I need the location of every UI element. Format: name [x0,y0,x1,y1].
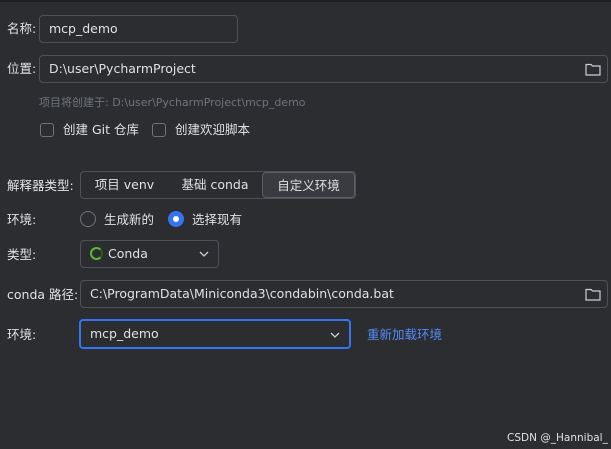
top-divider [0,0,611,2]
environment-mode-label: 环境: [7,212,37,227]
environment-value: mcp_demo [90,326,159,341]
name-label: 名称: [7,21,37,36]
reload-environments-link[interactable]: 重新加载环境 [367,327,442,343]
folder-icon[interactable] [585,62,601,76]
generate-new-radio[interactable] [80,211,96,227]
type-label: 类型: [7,247,37,262]
chevron-down-icon [199,251,209,257]
git-repo-checkbox[interactable] [40,123,54,137]
welcome-script-checkbox[interactable] [152,123,166,137]
git-repo-label: 创建 Git 仓库 [63,122,140,137]
location-label: 位置: [7,61,37,76]
folder-icon[interactable] [585,287,601,301]
generate-new-label: 生成新的 [104,212,155,227]
type-dropdown[interactable]: Conda [80,240,219,268]
select-existing-radio[interactable] [168,211,184,227]
location-input[interactable]: D:\user\PycharmProject [49,61,196,76]
welcome-script-label: 创建欢迎脚本 [175,122,251,137]
tab-project-venv[interactable]: 项目 venv [81,172,168,198]
conda-spinner-icon [90,247,103,260]
type-value: Conda [108,246,148,261]
conda-path-label: conda 路径: [7,287,79,302]
conda-path-field[interactable]: C:\ProgramData\Miniconda3\condabin\conda… [80,280,608,308]
location-hint: 项目将创建于: D:\user\PycharmProject\mcp_demo [39,96,306,109]
chevron-down-icon [330,332,340,338]
conda-path-input[interactable]: C:\ProgramData\Miniconda3\condabin\conda… [90,286,394,301]
select-existing-label: 选择现有 [192,212,243,227]
interpreter-type-label: 解释器类型: [7,178,74,193]
tab-custom-environment[interactable]: 自定义环境 [262,172,355,198]
watermark: CSDN @_Hannibal_ [507,432,608,444]
environment-dropdown[interactable]: mcp_demo [79,319,351,349]
location-field[interactable]: D:\user\PycharmProject [39,55,608,83]
interpreter-type-segmented: 项目 venv 基础 conda 自定义环境 [80,171,356,199]
name-input[interactable]: mcp_demo [39,15,238,43]
tab-base-conda[interactable]: 基础 conda [168,172,262,198]
environment-label: 环境: [7,327,37,342]
